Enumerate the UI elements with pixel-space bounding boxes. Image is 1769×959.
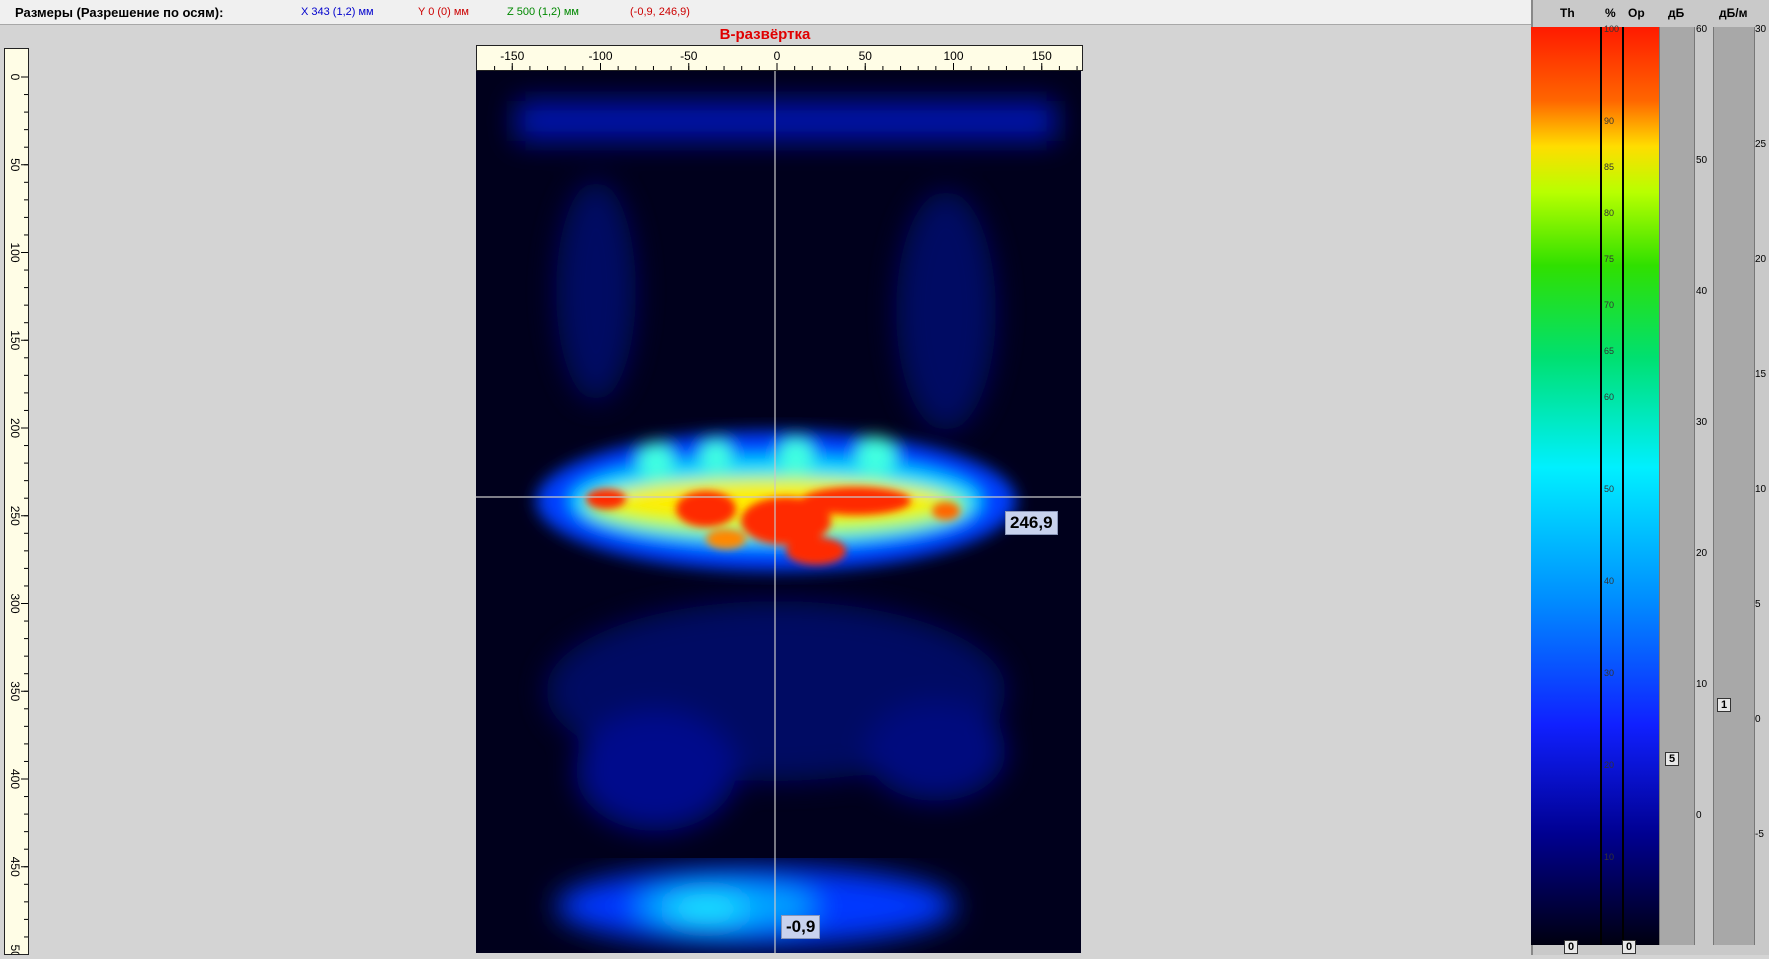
b-scan-heatmap xyxy=(476,71,1081,953)
dbm-tick-label: 25 xyxy=(1755,139,1767,150)
z-tick-label: 350 xyxy=(8,681,22,701)
z-tick-label: 0 xyxy=(8,74,22,81)
db-tick-label: 20 xyxy=(1696,548,1708,559)
z-tick-label: 500 xyxy=(8,944,22,954)
threshold-marker[interactable]: 0 xyxy=(1564,940,1579,954)
dbm-tick-label: 10 xyxy=(1755,484,1767,495)
db-tick-label: 60 xyxy=(1696,24,1708,35)
z-axis-dimension: Z 500 (1,2) мм xyxy=(507,6,579,18)
z-tick-label: 200 xyxy=(8,418,22,438)
dimensions-title: Размеры (Разрешение по осям): xyxy=(15,5,224,20)
depth-ruler-svg: 0 50 100 150 200 250 300 350 400 450 500 xyxy=(8,74,28,959)
scan-title: B-развёртка xyxy=(719,26,811,43)
z-tick-label: 50 xyxy=(8,158,22,172)
percent-tick-label: 75 xyxy=(1604,254,1615,264)
x-tick-label: -50 xyxy=(680,49,698,63)
db-gain-marker[interactable]: 5 xyxy=(1665,752,1680,766)
percent-tick-label: 90 xyxy=(1604,116,1615,126)
position-ruler[interactable]: -150 -100 -50 0 50 100 150 xyxy=(476,45,1083,71)
cursor-depth-label: 246,9 xyxy=(1005,511,1058,535)
percent-tick-label: 40 xyxy=(1604,576,1615,586)
dbm-scale[interactable] xyxy=(1713,27,1755,945)
z-tick-label: 250 xyxy=(8,506,22,526)
cursor-coordinates: (-0,9, 246,9) xyxy=(630,6,690,18)
z-tick-label: 150 xyxy=(8,330,22,350)
percent-tick-label: 20 xyxy=(1604,760,1615,770)
z-tick-label: 300 xyxy=(8,593,22,613)
x-tick-label: -150 xyxy=(500,49,524,63)
op-header: Op xyxy=(1628,6,1645,20)
dbm-tick-label: 20 xyxy=(1755,254,1767,265)
depth-ruler[interactable]: 0 50 100 150 200 250 300 350 400 450 500 xyxy=(4,48,29,959)
x-tick-label: 150 xyxy=(1032,49,1052,63)
dimensions-bar: Размеры (Разрешение по осям): X 343 (1,2… xyxy=(0,0,1531,25)
x-tick-label: 50 xyxy=(859,49,873,63)
z-tick-label: 100 xyxy=(8,242,22,262)
y-axis-dimension: Y 0 (0) мм xyxy=(418,6,469,18)
color-palette-bar[interactable] xyxy=(1531,27,1659,945)
db-tick-label: 40 xyxy=(1696,286,1708,297)
op-marker[interactable]: 0 xyxy=(1622,940,1637,954)
percent-tick-label: 60 xyxy=(1604,392,1615,402)
db-header: дБ xyxy=(1668,6,1685,20)
db-tick-label: 30 xyxy=(1696,417,1708,428)
x-tick-label: 0 xyxy=(774,49,781,63)
percent-tick-label: 85 xyxy=(1604,162,1615,172)
dbm-header: дБ/м xyxy=(1719,6,1748,20)
x-axis-dimension: X 343 (1,2) мм xyxy=(301,6,374,18)
dbm-tick-label: 5 xyxy=(1755,599,1761,610)
position-ruler-svg: -150 -100 -50 0 50 100 150 xyxy=(494,49,1078,70)
dbm-tick-label: -5 xyxy=(1755,829,1764,840)
dbm-marker[interactable]: 1 xyxy=(1717,698,1732,712)
percent-tick-label: 80 xyxy=(1604,208,1615,218)
db-scale[interactable] xyxy=(1659,27,1695,945)
percent-tick-label: 10 xyxy=(1604,852,1615,862)
percent-tick-label: 100 xyxy=(1604,24,1620,34)
cursor-position-label: -0,9 xyxy=(781,915,821,939)
z-tick-label: 450 xyxy=(8,857,22,877)
b-scan-image[interactable] xyxy=(476,71,1081,953)
z-tick-label: 400 xyxy=(8,769,22,789)
percent-tick-label: 30 xyxy=(1604,668,1615,678)
db-tick-label: 0 xyxy=(1696,810,1702,821)
percent-header: % xyxy=(1605,6,1616,20)
dbm-tick-label: 0 xyxy=(1755,714,1761,725)
dbm-tick-label: 30 xyxy=(1755,24,1767,35)
dbm-tick-label: 15 xyxy=(1755,369,1767,380)
db-tick-label: 50 xyxy=(1696,155,1708,166)
db-tick-label: 10 xyxy=(1696,679,1708,690)
x-tick-label: 100 xyxy=(943,49,963,63)
threshold-header: Th xyxy=(1560,6,1575,20)
percent-tick-label: 70 xyxy=(1604,300,1615,310)
percent-tick-label: 50 xyxy=(1604,484,1615,494)
percent-tick-label: 65 xyxy=(1604,346,1615,356)
x-tick-label: -100 xyxy=(588,49,612,63)
